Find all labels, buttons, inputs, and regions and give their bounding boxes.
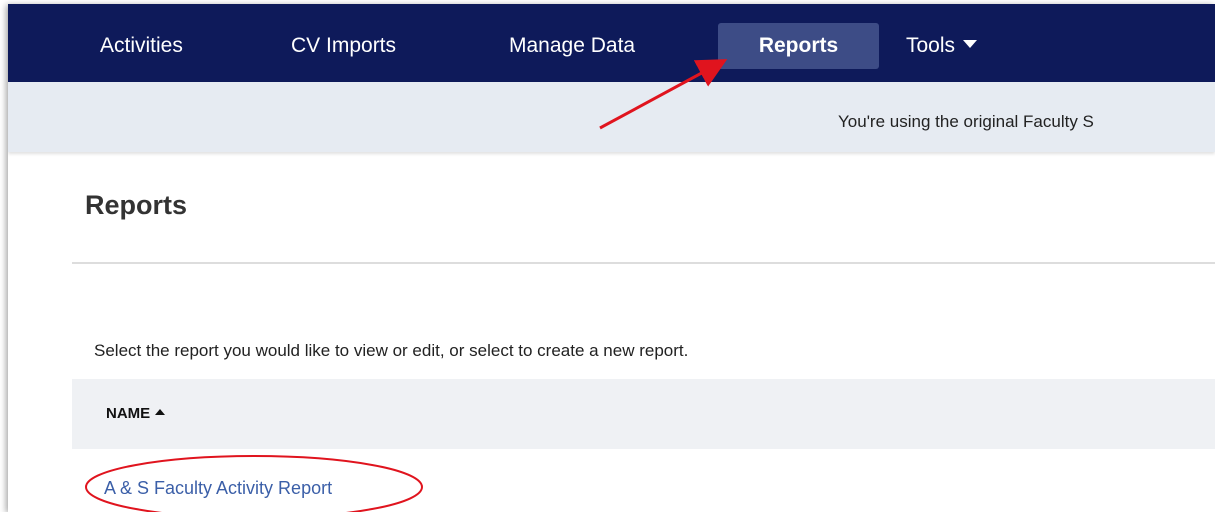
table-header: NAME xyxy=(72,379,1215,449)
column-header-name[interactable]: NAME xyxy=(106,405,166,422)
divider xyxy=(72,262,1215,264)
instructions-text: Select the report you would like to view… xyxy=(94,341,689,360)
nav-item-manage-data[interactable]: Manage Data xyxy=(509,23,635,69)
column-header-label: NAME xyxy=(106,405,151,422)
report-link[interactable]: A & S Faculty Activity Report xyxy=(104,478,332,499)
app-window: Activities CV Imports Manage Data Report… xyxy=(8,4,1215,512)
nav-item-tools-label: Tools xyxy=(906,34,956,57)
nav-item-tools[interactable]: Tools xyxy=(906,23,978,69)
page-title: Reports xyxy=(85,190,188,220)
nav-item-cv-imports[interactable]: CV Imports xyxy=(291,23,396,69)
nav-item-reports[interactable]: Reports xyxy=(718,23,879,69)
nav-item-activities[interactable]: Activities xyxy=(100,23,183,69)
top-navbar: Activities CV Imports Manage Data Report… xyxy=(8,4,1215,82)
sort-ascending-icon xyxy=(155,409,166,416)
info-banner: You're using the original Faculty S xyxy=(8,82,1215,152)
banner-text: You're using the original Faculty S xyxy=(838,112,1094,131)
chevron-down-icon xyxy=(963,40,978,49)
